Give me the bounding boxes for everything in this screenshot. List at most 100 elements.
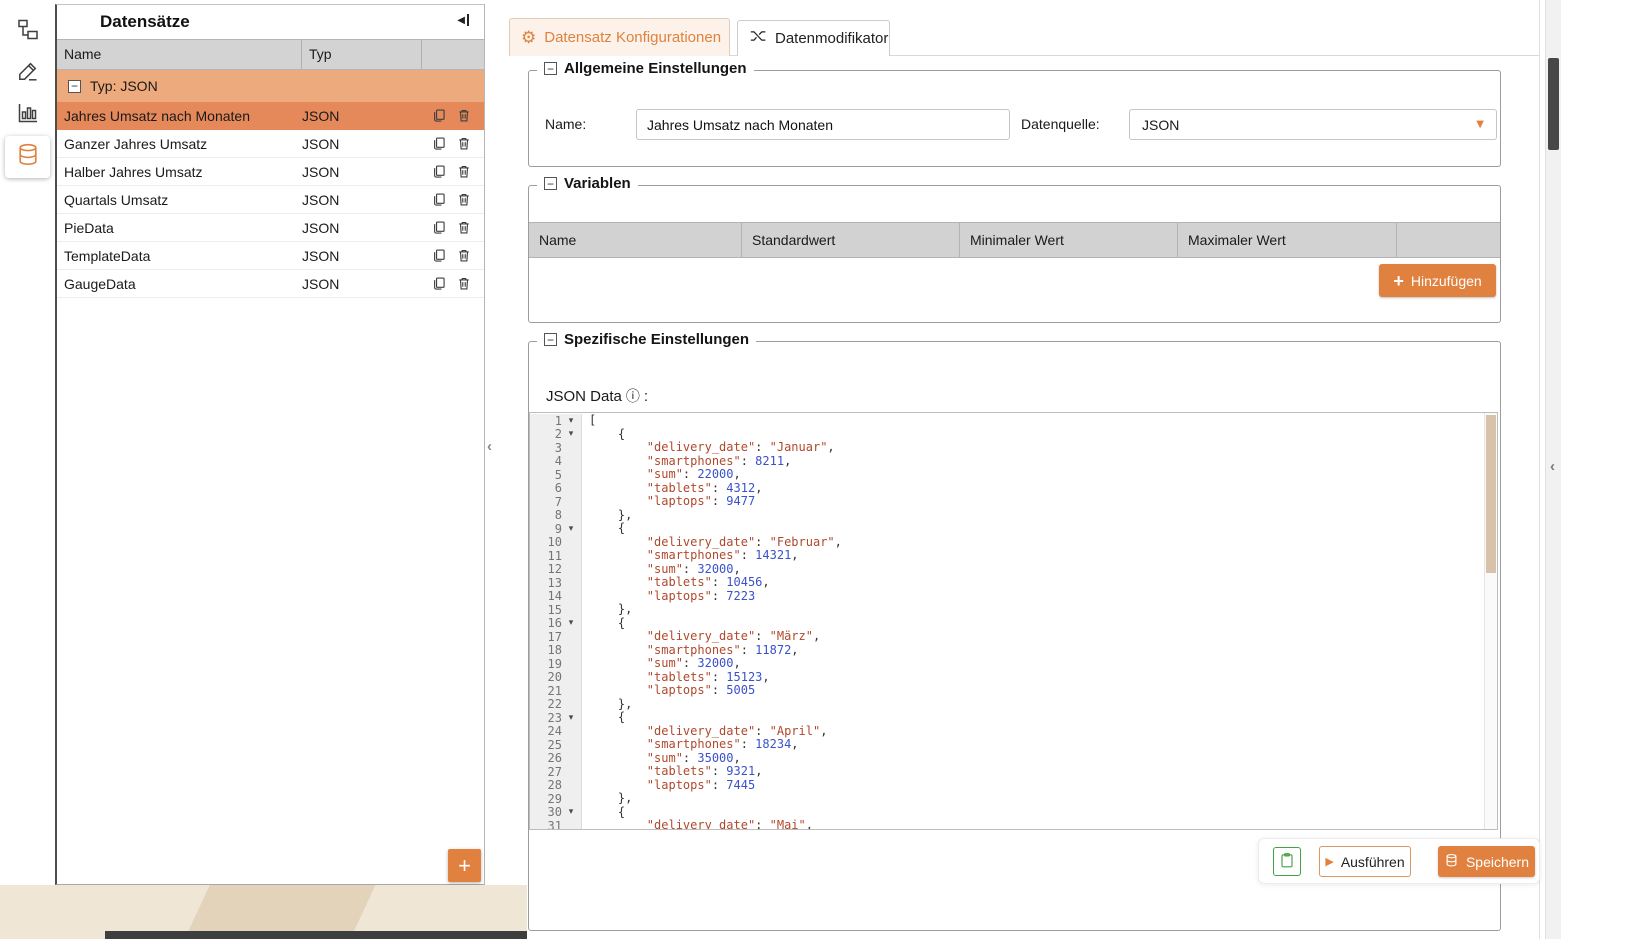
collapse-section-icon[interactable]: − [544, 333, 557, 346]
dataset-name: PieData [57, 220, 302, 236]
fold-icon[interactable]: ▾ [562, 429, 578, 439]
dataset-row[interactable]: Ganzer Jahres UmsatzJSON [57, 130, 484, 158]
name-label: Name: [545, 109, 586, 140]
line-number: 17 [530, 630, 562, 644]
collapse-section-icon[interactable]: − [544, 177, 557, 190]
line-number: 29 [530, 792, 562, 806]
json-data-label: JSON Data [546, 388, 622, 405]
fold-icon[interactable]: ▾ [562, 807, 578, 817]
dataset-row[interactable]: PieDataJSON [57, 214, 484, 242]
dataset-type: JSON [302, 248, 422, 264]
background-strip [105, 931, 527, 939]
dataset-row[interactable]: GaugeDataJSON [57, 270, 484, 298]
play-icon: ▶ [1325, 855, 1333, 868]
line-number: 22 [530, 697, 562, 711]
dataset-list: Jahres Umsatz nach MonatenJSONGanzer Jah… [57, 102, 484, 298]
column-header-name[interactable]: Name [57, 40, 302, 69]
page-scrollbar-thumb[interactable] [1548, 58, 1559, 150]
dataset-row[interactable]: TemplateDataJSON [57, 242, 484, 270]
line-number: 20 [530, 670, 562, 684]
save-button[interactable]: Speichern [1438, 846, 1535, 877]
edit-nav-button[interactable] [13, 58, 43, 88]
line-number: 5 [530, 468, 562, 482]
dataset-name: Halber Jahres Umsatz [57, 164, 302, 180]
bar-chart-icon [16, 101, 40, 130]
dataset-group-row[interactable]: − Typ: JSON [57, 70, 484, 102]
add-variable-button[interactable]: + Hinzufügen [1379, 264, 1496, 297]
duplicate-icon[interactable] [432, 164, 446, 179]
delete-icon[interactable] [457, 164, 471, 179]
editor-scrollbar[interactable] [1484, 413, 1497, 829]
dataset-row[interactable]: Halber Jahres UmsatzJSON [57, 158, 484, 186]
code-line: }, [589, 603, 1484, 617]
delete-icon[interactable] [457, 276, 471, 291]
duplicate-icon[interactable] [432, 136, 446, 151]
right-panel-handle[interactable]: ‹ [1550, 458, 1555, 475]
delete-icon[interactable] [457, 248, 471, 263]
duplicate-icon[interactable] [432, 220, 446, 235]
add-dataset-button[interactable]: + [448, 849, 481, 882]
collapse-group-icon[interactable]: − [68, 80, 81, 93]
name-input[interactable] [636, 109, 1010, 140]
tab-datensatz-konfigurationen[interactable]: ⚙ Datensatz Konfigurationen [509, 18, 730, 56]
modifier-icon [749, 27, 767, 50]
page-scrollbar[interactable]: ‹ [1545, 0, 1561, 939]
dataset-row[interactable]: Jahres Umsatz nach MonatenJSON [57, 102, 484, 130]
var-column-name: Name [529, 223, 742, 257]
line-number: 24 [530, 724, 562, 738]
duplicate-icon[interactable] [432, 108, 446, 123]
charts-nav-button[interactable] [13, 100, 43, 130]
line-number: 14 [530, 589, 562, 603]
database-icon [15, 142, 41, 173]
line-number: 10 [530, 535, 562, 549]
dataset-row[interactable]: Quartals UmsatzJSON [57, 186, 484, 214]
json-code-editor[interactable]: 1▾2▾3456789▾10111213141516▾1718192021222… [529, 412, 1498, 830]
dataset-name: Jahres Umsatz nach Monaten [57, 108, 302, 124]
dataset-type: JSON [302, 192, 422, 208]
line-number: 26 [530, 751, 562, 765]
paste-button[interactable] [1273, 847, 1301, 876]
line-number: 18 [530, 643, 562, 657]
delete-icon[interactable] [457, 108, 471, 123]
pen-icon [16, 59, 40, 88]
code-line: "delivery_date": "März", [589, 630, 1484, 644]
splitter-collapse-handle[interactable]: ‹ [487, 438, 492, 455]
line-number: 11 [530, 549, 562, 563]
collapse-section-icon[interactable]: − [544, 62, 557, 75]
delete-icon[interactable] [457, 192, 471, 207]
line-number: 13 [530, 576, 562, 590]
collapse-panel-icon[interactable]: ◀ [457, 14, 469, 26]
code-line: "smartphones": 11872, [589, 644, 1484, 658]
editor-code[interactable]: [ { "delivery_date": "Januar", "smartpho… [583, 414, 1484, 829]
line-number: 15 [530, 603, 562, 617]
duplicate-icon[interactable] [432, 248, 446, 263]
column-header-actions [422, 40, 484, 69]
datasets-nav-button[interactable] [5, 136, 50, 178]
line-number: 16 [530, 616, 562, 630]
background-decoration [0, 885, 527, 939]
line-number: 2 [530, 427, 562, 441]
run-button[interactable]: ▶ Ausführen [1319, 846, 1411, 877]
dataset-name: GaugeData [57, 276, 302, 292]
code-line: "sum": 22000, [589, 468, 1484, 482]
structure-nav-button[interactable] [13, 16, 43, 46]
duplicate-icon[interactable] [432, 276, 446, 291]
structure-icon [16, 17, 40, 46]
fold-icon[interactable]: ▾ [562, 416, 578, 426]
var-column-max: Maximaler Wert [1178, 223, 1397, 257]
dataset-table-header: Name Typ [57, 39, 484, 70]
fold-icon[interactable]: ▾ [562, 524, 578, 534]
info-icon[interactable]: ⓘ [626, 386, 640, 406]
column-header-typ[interactable]: Typ [302, 40, 422, 69]
delete-icon[interactable] [457, 220, 471, 235]
delete-icon[interactable] [457, 136, 471, 151]
editor-scrollbar-thumb[interactable] [1486, 415, 1496, 573]
datasource-select[interactable]: JSON ▼ [1129, 109, 1497, 140]
line-number: 3 [530, 441, 562, 455]
tab-datenmodifikator[interactable]: Datenmodifikator [737, 20, 890, 56]
code-line: "tablets": 15123, [589, 671, 1484, 685]
fold-icon[interactable]: ▾ [562, 713, 578, 723]
duplicate-icon[interactable] [432, 192, 446, 207]
fold-icon[interactable]: ▾ [562, 618, 578, 628]
line-number: 21 [530, 684, 562, 698]
